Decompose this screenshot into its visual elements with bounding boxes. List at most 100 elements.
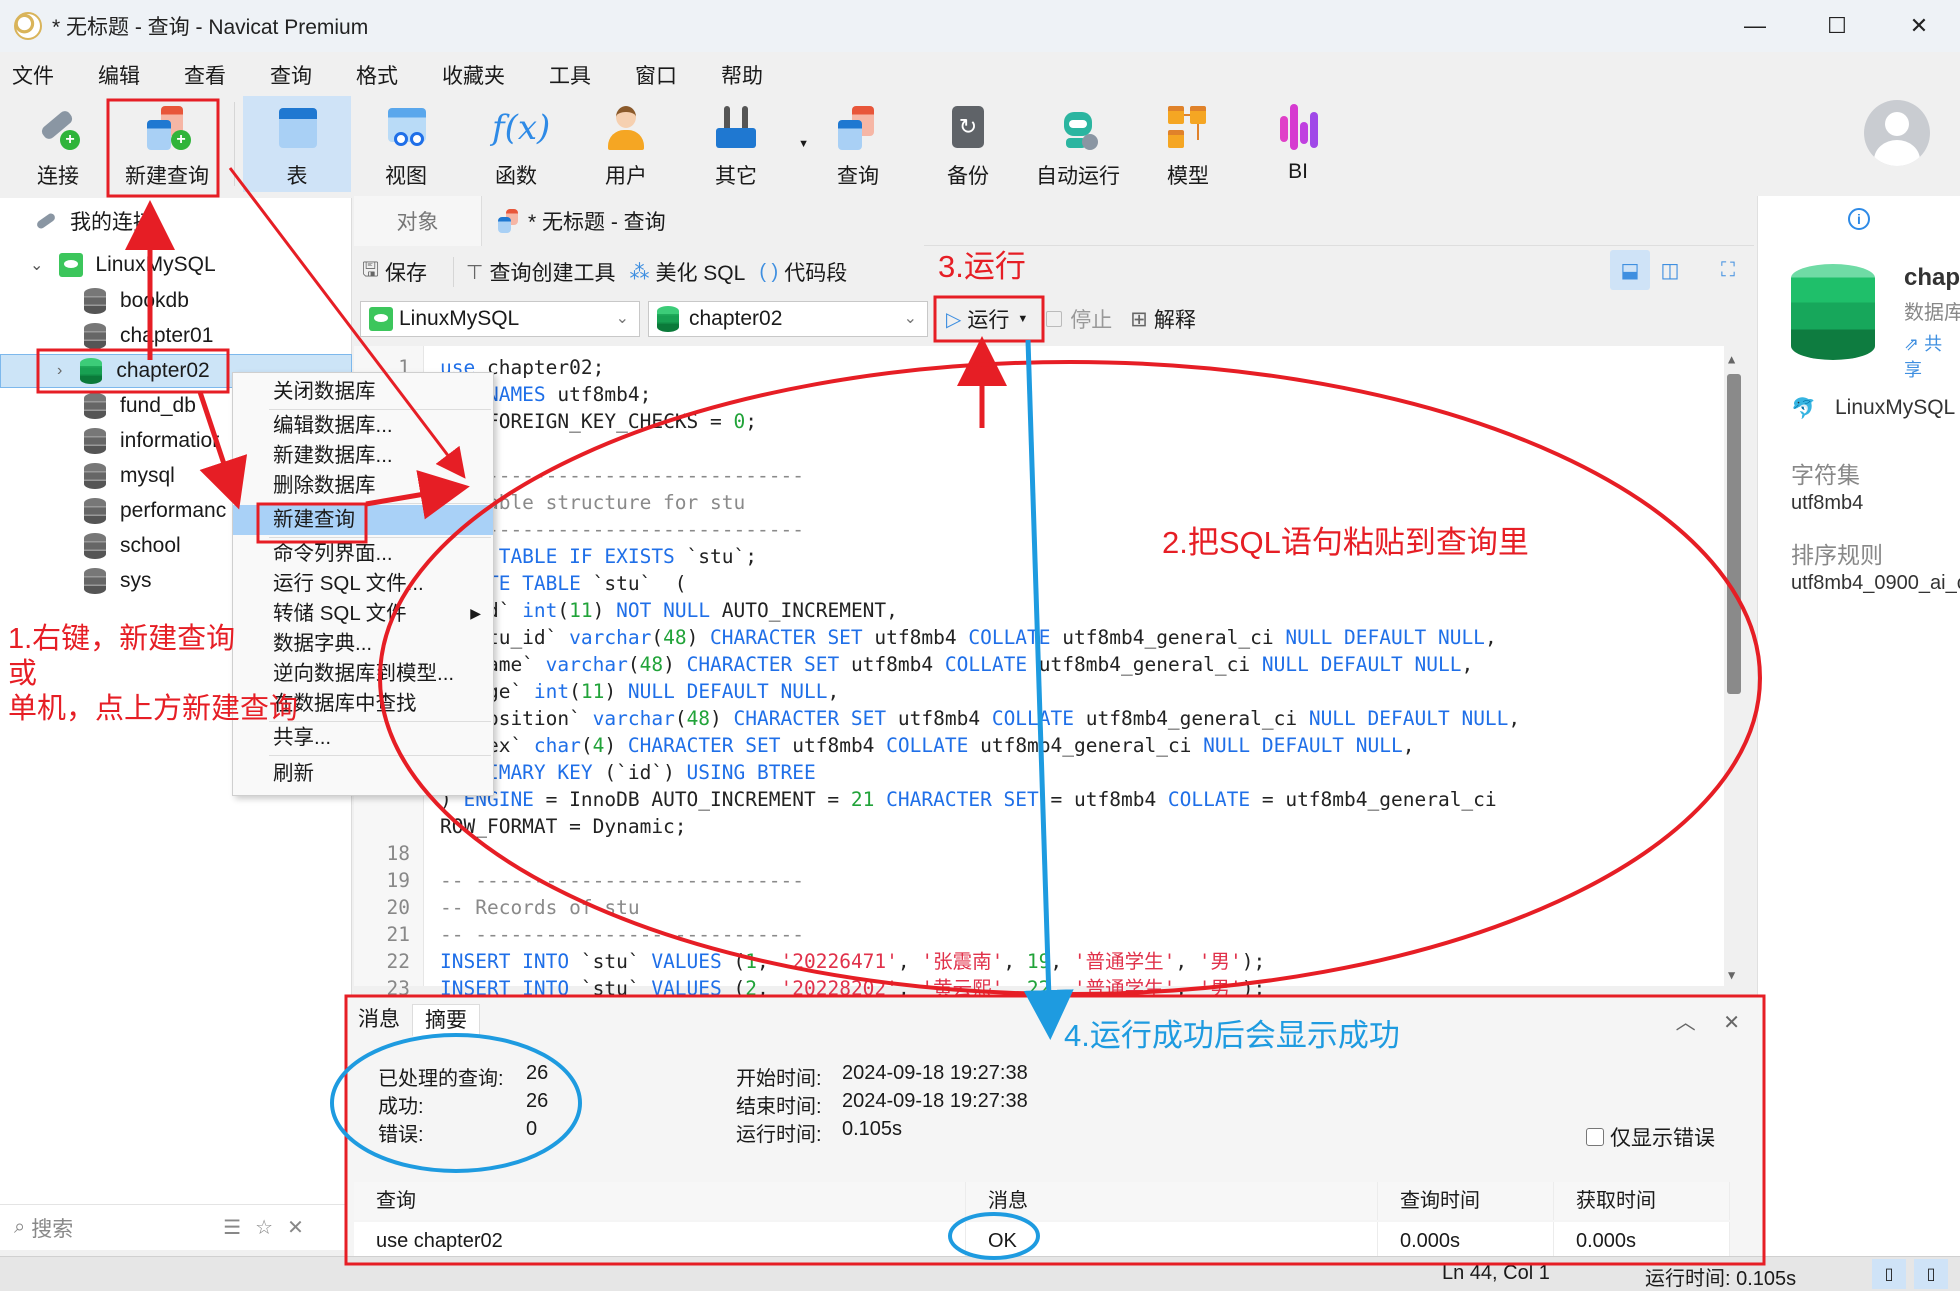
- menu-help[interactable]: 帮助: [709, 60, 763, 90]
- database-open-icon: [657, 306, 679, 332]
- collapse-panel-icon[interactable]: ︿: [1676, 1012, 1696, 1034]
- info-icon[interactable]: i: [1848, 208, 1870, 230]
- minimize-button[interactable]: —: [1714, 0, 1796, 52]
- beautify-sql-button[interactable]: ⁂ 美化 SQL: [629, 257, 745, 287]
- tab-messages[interactable]: 消息: [346, 1004, 412, 1036]
- menu-edit[interactable]: 编辑: [86, 60, 140, 90]
- menu-favorites[interactable]: 收藏夹: [430, 60, 505, 90]
- menu-window[interactable]: 窗口: [623, 60, 677, 90]
- scroll-down-arrow-icon[interactable]: ▼: [1728, 968, 1735, 982]
- menu-query[interactable]: 查询: [258, 60, 312, 90]
- menu-file[interactable]: 文件: [0, 60, 54, 90]
- line-number: 22: [386, 950, 410, 973]
- close-panel-icon[interactable]: ✕: [1723, 1012, 1740, 1034]
- cursor-position: Ln 44, Col 1: [1442, 1262, 1550, 1284]
- connection-selector-row: LinuxMySQL ⌄ chapter02 ⌄ ▷ 运行 ▼ 停止 ⊞ 解释: [360, 300, 1196, 338]
- tab-untitled-query[interactable]: * 无标题 - 查询: [482, 196, 924, 246]
- save-button[interactable]: 🖫 保存: [362, 255, 427, 289]
- status-runtime: 运行时间: 0.105s: [1645, 1268, 1797, 1290]
- navigator-search-input[interactable]: 搜索: [31, 1213, 73, 1243]
- annotation-step2: 2.把SQL语句粘贴到查询里: [1162, 525, 1529, 560]
- layout-left-pane-icon[interactable]: ▯: [1872, 1259, 1906, 1289]
- ctx-delete-database[interactable]: 删除数据库: [233, 471, 493, 501]
- ctx-console[interactable]: 命令列界面...: [233, 539, 493, 569]
- fullscreen-icon[interactable]: ⛶: [1708, 250, 1748, 290]
- ctx-run-sql-file[interactable]: 运行 SQL 文件...: [233, 569, 493, 599]
- toolbar-others[interactable]: 其它 ▼: [681, 96, 809, 192]
- menu-view[interactable]: 查看: [172, 60, 226, 90]
- toolbar-user[interactable]: 用户: [571, 96, 681, 192]
- only-errors-checkbox[interactable]: 仅显示错误: [1586, 1122, 1715, 1152]
- layout-right-pane-icon[interactable]: ▯: [1914, 1259, 1948, 1289]
- maximize-button[interactable]: ☐: [1796, 0, 1878, 52]
- annotation-step1: 1.右键，新建查询 或 单机，点上方新建查询: [8, 623, 299, 725]
- table-row-message[interactable]: OK: [966, 1222, 1378, 1260]
- database-select[interactable]: chapter02 ⌄: [648, 301, 928, 337]
- ctx-refresh[interactable]: 刷新: [233, 759, 493, 789]
- code-text: `name` varchar(48) CHARACTER SET utf8mb4…: [463, 653, 1474, 676]
- tab-objects[interactable]: 对象: [354, 196, 482, 246]
- beautify-wand-icon: ⁂: [629, 261, 650, 284]
- main-toolbar: + 连接 + 新建查询 表 视图 f(x) 函数 用户 其它 ▼ 查询 ↻ 备份…: [0, 96, 1960, 196]
- column-header-query-time[interactable]: 查询时间: [1378, 1182, 1554, 1220]
- collapse-icon[interactable]: ✕: [287, 1215, 304, 1240]
- column-header-query[interactable]: 查询: [354, 1182, 966, 1220]
- code-snippet-button[interactable]: ( ) 代码段: [759, 257, 847, 287]
- nav-connection-linuxmysql[interactable]: ⌄ LinuxMySQL: [0, 248, 352, 282]
- column-header-fetch-time[interactable]: 获取时间: [1554, 1182, 1730, 1220]
- column-header-message[interactable]: 消息: [966, 1182, 1378, 1220]
- menu-format[interactable]: 格式: [344, 60, 398, 90]
- table-row-query-time[interactable]: 0.000s: [1378, 1222, 1554, 1260]
- toolbar-new-query[interactable]: + 新建查询: [108, 96, 226, 192]
- stop-button[interactable]: 停止: [1046, 304, 1112, 334]
- scroll-up-arrow-icon[interactable]: ▲: [1728, 352, 1735, 366]
- nav-root-my-connections[interactable]: 我的连接: [0, 204, 352, 238]
- toolbar-model[interactable]: 模型: [1133, 96, 1243, 192]
- toolbar-connect[interactable]: + 连接: [18, 96, 98, 192]
- favorite-star-icon[interactable]: ☆: [255, 1215, 273, 1240]
- ctx-edit-database[interactable]: 编辑数据库...: [233, 411, 493, 441]
- user-avatar[interactable]: [1864, 100, 1930, 166]
- toolbar-backup[interactable]: ↻ 备份: [913, 96, 1023, 192]
- connection-select[interactable]: LinuxMySQL ⌄: [360, 301, 640, 337]
- layout-horizontal-split-icon[interactable]: ⬓: [1610, 250, 1650, 290]
- expand-chevron-icon[interactable]: ⌄: [30, 255, 43, 275]
- navicat-logo-icon: [14, 12, 42, 40]
- run-button[interactable]: ▷ 运行 ▼: [936, 301, 1038, 337]
- explain-button[interactable]: ⊞ 解释: [1130, 304, 1196, 334]
- checkbox-icon[interactable]: [1586, 1128, 1604, 1146]
- scrollbar-thumb[interactable]: [1727, 374, 1741, 694]
- toolbar-bi[interactable]: BI: [1243, 96, 1353, 192]
- ctx-new-database[interactable]: 新建数据库...: [233, 441, 493, 471]
- expand-chevron-icon[interactable]: ›: [57, 362, 62, 380]
- filter-icon[interactable]: ☰: [223, 1215, 241, 1240]
- menu-tools[interactable]: 工具: [537, 60, 591, 90]
- status-bar: Ln 44, Col 1 运行时间: 0.105s ▯ ▯: [0, 1256, 1960, 1291]
- processed-label: 已处理的查询:: [378, 1068, 504, 1090]
- submenu-arrow-icon: ▶: [470, 605, 481, 621]
- backup-icon: ↻: [944, 104, 992, 152]
- toolbar-table[interactable]: 表: [243, 96, 351, 192]
- close-button[interactable]: ✕: [1878, 0, 1960, 52]
- table-row-fetch-time[interactable]: 0.000s: [1554, 1222, 1730, 1260]
- toolbar-automation[interactable]: 自动运行: [1023, 96, 1133, 192]
- editor-vertical-scrollbar[interactable]: ▲ ▼: [1724, 346, 1744, 986]
- layout-vertical-split-icon[interactable]: ◫: [1650, 250, 1690, 290]
- table-row-query[interactable]: use chapter02: [354, 1222, 966, 1260]
- sql-editor[interactable]: 1use chapter02;SET NAMES utf8mb4;SET FOR…: [354, 346, 1744, 1000]
- toolbar-view[interactable]: 视图: [351, 96, 461, 192]
- nav-db-bookdb[interactable]: bookdb: [0, 284, 352, 318]
- charset-label: 字符集: [1791, 462, 1860, 488]
- nav-db-chapter01[interactable]: chapter01: [0, 319, 352, 353]
- toolbar-query[interactable]: 查询: [803, 96, 913, 192]
- info-share-link[interactable]: ⇗ 共享: [1904, 330, 1960, 382]
- collation-value: utf8mb4_0900_ai_ci: [1791, 572, 1960, 594]
- ctx-share[interactable]: 共享...: [233, 723, 493, 753]
- query-builder-button[interactable]: ⊤ 查询创建工具: [466, 257, 615, 287]
- menu-bar: 文件 编辑 查看 查询 格式 收藏夹 工具 窗口 帮助: [0, 56, 795, 94]
- run-dropdown-caret-icon[interactable]: ▼: [1017, 313, 1028, 325]
- tab-summary[interactable]: 摘要: [412, 1004, 480, 1036]
- ctx-close-database[interactable]: 关闭数据库: [233, 377, 493, 407]
- ctx-new-query[interactable]: 新建查询: [233, 505, 493, 535]
- toolbar-function[interactable]: f(x) 函数: [461, 96, 571, 192]
